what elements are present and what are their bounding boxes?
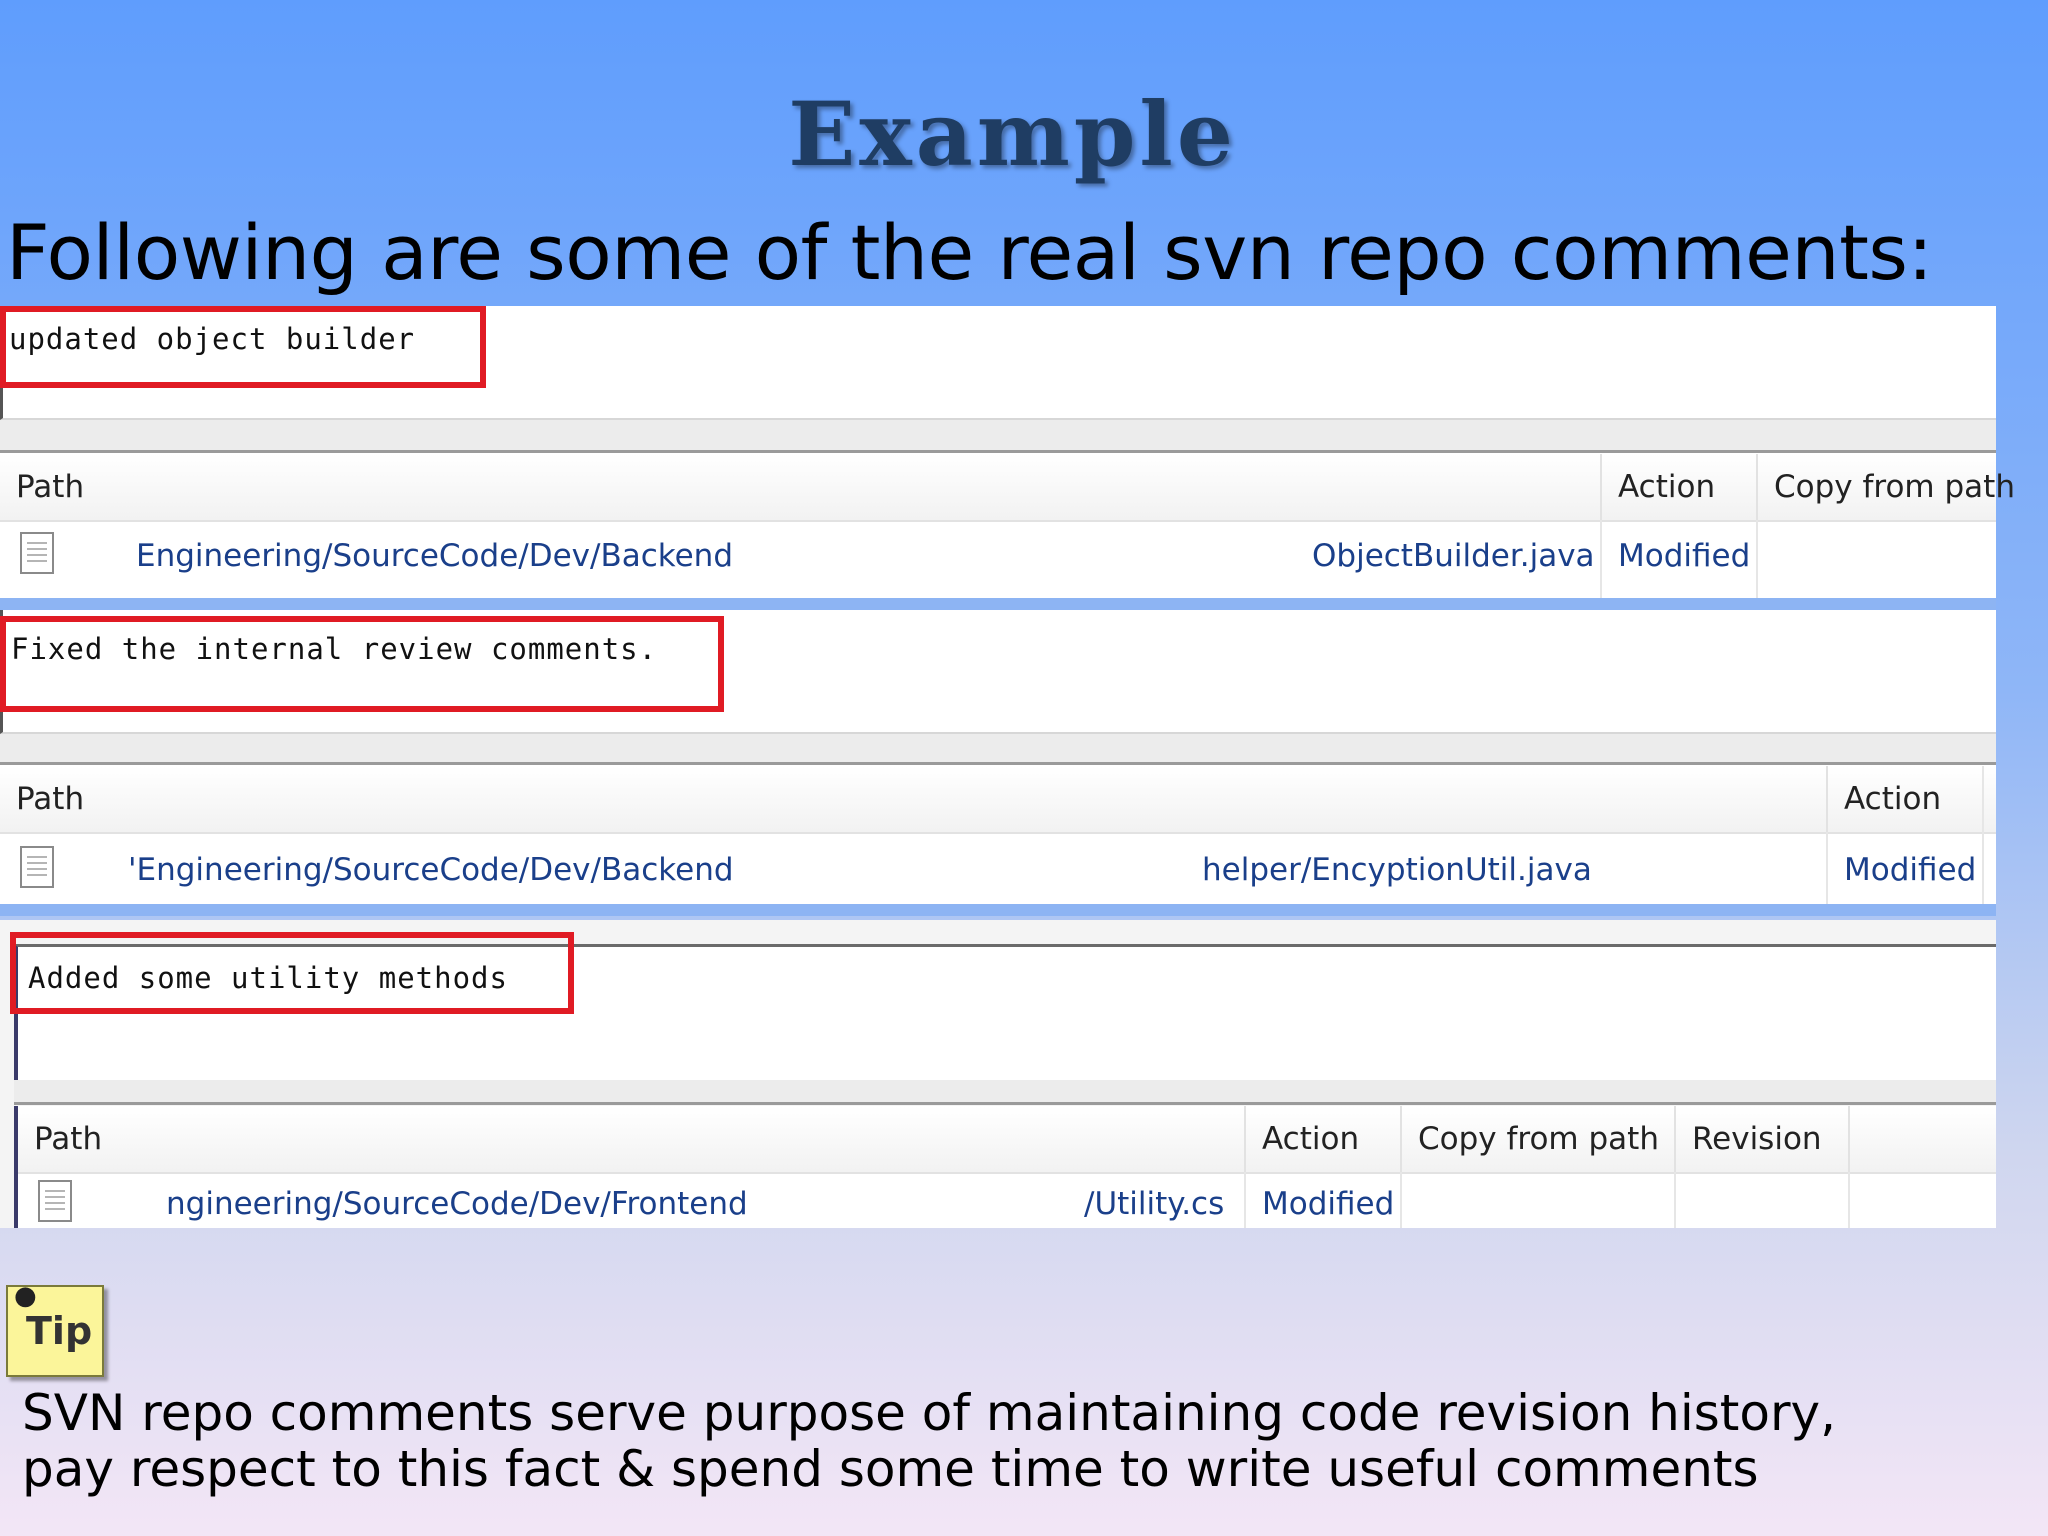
- tip-text: SVN repo comments serve purpose of maint…: [22, 1384, 1837, 1498]
- file-icon: [20, 846, 54, 888]
- splitter[interactable]: [0, 734, 1996, 765]
- table-header: Path Action Copy from path: [0, 454, 2015, 522]
- highlight-box: [0, 616, 724, 712]
- column-header-empty: [1848, 1106, 1996, 1172]
- column-divider: [1674, 1172, 1676, 1228]
- column-header-revision[interactable]: Revision: [1674, 1106, 1848, 1172]
- column-header-action[interactable]: Action: [1600, 454, 1756, 520]
- action-value: Modified: [1844, 852, 1977, 888]
- path-directory[interactable]: 'Engineering/SourceCode/Dev/Backend: [128, 852, 734, 888]
- column-header-copy-from-path[interactable]: Copy from path: [1756, 454, 2015, 520]
- action-value: Modified: [1618, 538, 1751, 574]
- tip-note-icon: ● Tip: [6, 1281, 104, 1377]
- tip-icon-label: Tip: [26, 1309, 93, 1353]
- column-header-path[interactable]: Path: [0, 766, 1826, 832]
- splitter[interactable]: [14, 1080, 1996, 1105]
- column-header-action[interactable]: Action: [1244, 1106, 1400, 1172]
- slide-title: Example: [788, 82, 1237, 186]
- column-header-copy-from-path[interactable]: Copy from path: [1400, 1106, 1674, 1172]
- highlight-box: [0, 306, 486, 388]
- highlight-box: [10, 932, 574, 1014]
- table-header: Path Action: [0, 766, 1996, 834]
- column-divider: [1244, 1172, 1246, 1228]
- table-header: Path Action Copy from path Revision: [18, 1106, 1996, 1174]
- path-filename[interactable]: ObjectBuilder.java: [1312, 538, 1595, 574]
- column-divider: [1400, 1172, 1402, 1228]
- file-icon: [20, 532, 54, 574]
- column-divider: [1600, 520, 1602, 598]
- action-value: Modified: [1262, 1186, 1395, 1222]
- column-divider: [1848, 1172, 1850, 1228]
- column-header-path[interactable]: Path: [18, 1106, 1244, 1172]
- column-header-action[interactable]: Action: [1826, 766, 1982, 832]
- panel-separator: [0, 904, 1996, 916]
- column-divider: [1982, 766, 1984, 904]
- slide-subtitle: Following are some of the real svn repo …: [6, 208, 1933, 297]
- column-divider: [1826, 832, 1828, 904]
- path-filename[interactable]: /Utility.cs: [1084, 1186, 1224, 1222]
- column-header-path[interactable]: Path: [0, 454, 1600, 520]
- changed-paths-table: Path Action Copy from path Engineering/S…: [0, 454, 2015, 598]
- path-directory[interactable]: Engineering/SourceCode/Dev/Backend: [136, 538, 733, 574]
- path-filename[interactable]: helper/EncyptionUtil.java: [1202, 852, 1592, 888]
- column-divider: [1756, 520, 1758, 598]
- changed-paths-table: Path Action Copy from path Revision ngin…: [14, 1106, 1996, 1228]
- panel-separator: [0, 598, 1996, 610]
- path-directory[interactable]: ngineering/SourceCode/Dev/Frontend: [166, 1186, 748, 1222]
- splitter[interactable]: [0, 420, 1996, 453]
- pin-icon: ●: [14, 1281, 37, 1311]
- changed-paths-table: Path Action 'Engineering/SourceCode/Dev/…: [0, 766, 1996, 904]
- file-icon: [38, 1180, 72, 1222]
